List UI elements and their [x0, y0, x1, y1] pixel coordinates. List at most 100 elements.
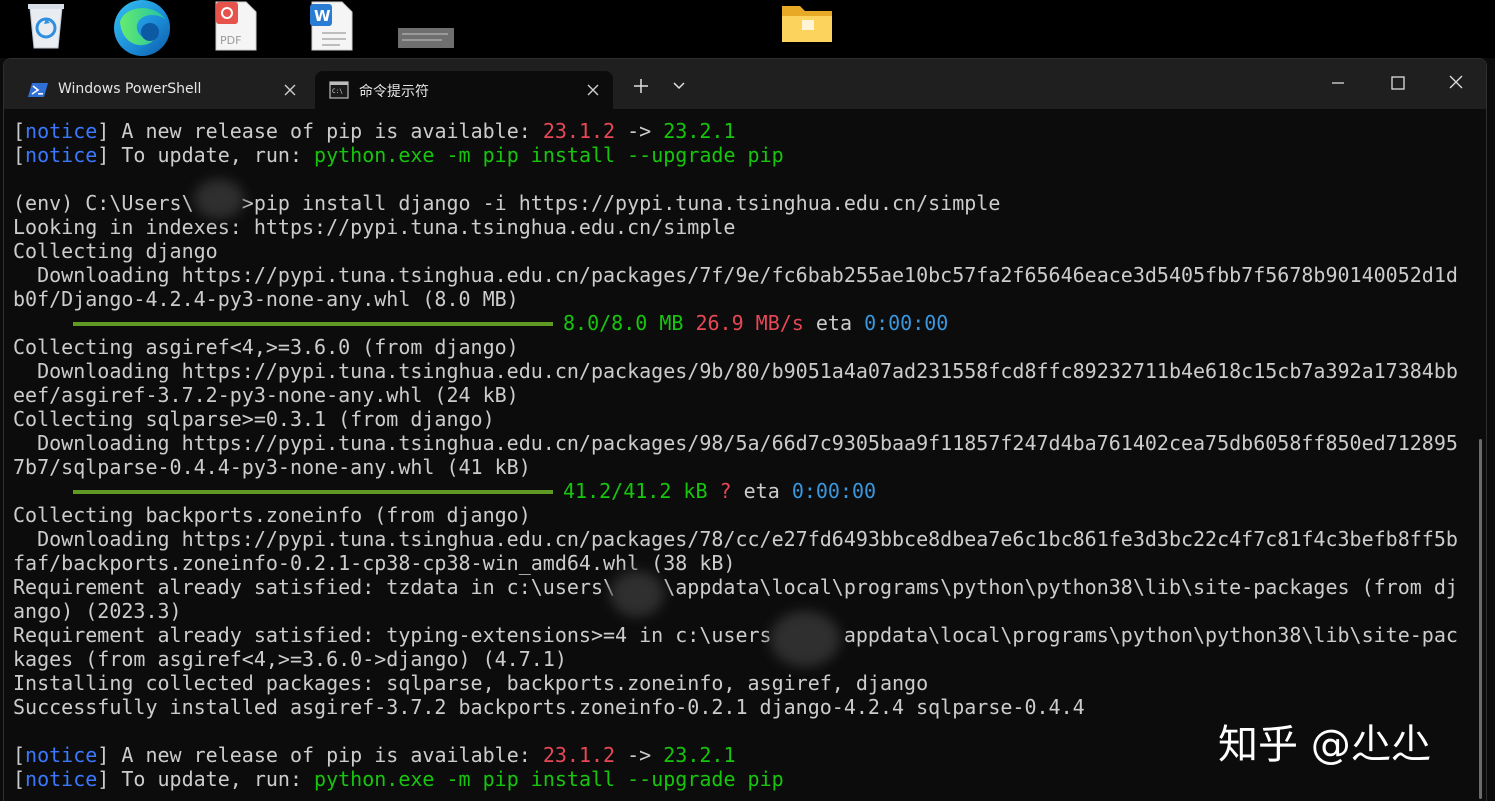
terminal-text: ] A new release of pip is available: — [97, 119, 543, 143]
pdf-label: PDF — [220, 34, 241, 47]
minimize-icon[interactable] — [1322, 71, 1354, 95]
terminal-text: [ — [13, 143, 26, 167]
desktop-strip: PDF W — [0, 0, 1495, 58]
terminal-line: Downloading https://pypi.tuna.tsinghua.e… — [13, 359, 1486, 383]
terminal-line: Collecting sqlparse>=0.3.1 (from django) — [13, 407, 1486, 431]
terminal-text: 23.1.2 — [542, 743, 616, 767]
terminal-text: Collecting backports.zoneinfo (from djan… — [13, 503, 531, 527]
terminal-text: 0:00:00 — [791, 479, 877, 503]
terminal-text: notice — [25, 143, 98, 167]
close-tab-icon[interactable] — [585, 82, 601, 98]
tab-windows-powershell[interactable]: Windows PowerShell — [14, 71, 310, 109]
terminal-text: kages (from asgiref<4,>=3.6.0->django) (… — [13, 647, 567, 671]
scrollbar[interactable] — [1479, 439, 1482, 799]
terminal-text: ? — [719, 479, 732, 503]
close-window-icon[interactable] — [1440, 71, 1472, 95]
tab-label: Windows PowerShell — [58, 81, 202, 97]
image-thumbnail-icon[interactable] — [398, 28, 454, 48]
redaction-blur — [770, 611, 840, 667]
terminal-text: 41.2/41.2 kB — [563, 479, 708, 503]
terminal-line: Collecting asgiref<4,>=3.6.0 (from djang… — [13, 335, 1486, 359]
terminal-text: Requirement already satisfied: tzdata in… — [13, 575, 1458, 599]
terminal-text: Downloading https://pypi.tuna.tsinghua.e… — [13, 359, 1458, 383]
tab-command-prompt[interactable]: C:\ 命令提示符 — [315, 71, 613, 109]
terminal-text: 23.1.2 — [542, 119, 616, 143]
terminal-text: 0:00:00 — [864, 311, 949, 335]
terminal-text: b0f/Django-4.2.4-py3-none-any.whl (8.0 M… — [13, 287, 519, 311]
terminal-line: Collecting backports.zoneinfo (from djan… — [13, 503, 1486, 527]
terminal-text: ] To update, run: — [97, 143, 315, 167]
terminal-text: eta — [731, 479, 792, 503]
zhihu-watermark: 知乎 @尐尐 — [1218, 722, 1431, 768]
terminal-text: notice — [25, 743, 98, 767]
terminal-line: Downloading https://pypi.tuna.tsinghua.e… — [13, 527, 1486, 551]
terminal-text: Collecting sqlparse>=0.3.1 (from django) — [13, 407, 495, 431]
redaction-blur — [194, 179, 244, 219]
terminal-line: Looking in indexes: https://pypi.tuna.ts… — [13, 215, 1486, 239]
terminal-text: ango) (2023.3) — [13, 599, 182, 623]
terminal-line: ango) (2023.3) — [13, 599, 1486, 623]
svg-text:W: W — [314, 7, 331, 25]
terminal-text: Downloading https://pypi.tuna.tsinghua.e… — [13, 263, 1458, 287]
terminal-line: [notice] To update, run: python.exe -m p… — [13, 767, 1486, 791]
terminal-text: [ — [13, 119, 26, 143]
terminal-text: notice — [25, 767, 98, 791]
terminal-text: [ — [13, 767, 26, 791]
new-tab-plus-icon[interactable] — [630, 75, 652, 97]
terminal-text: -> — [615, 119, 664, 143]
terminal-text: 7b7/sqlparse-0.4.4-py3-none-any.whl (41 … — [13, 455, 531, 479]
terminal-text: Downloading https://pypi.tuna.tsinghua.e… — [13, 431, 1458, 455]
terminal-line: Requirement already satisfied: tzdata in… — [13, 575, 1486, 599]
terminal-text: notice — [25, 119, 98, 143]
download-progress-bar — [73, 321, 553, 326]
powershell-icon — [28, 83, 48, 97]
terminal-text: Collecting django — [13, 239, 218, 263]
terminal-text: 26.9 MB/s — [695, 311, 804, 335]
terminal-line: [notice] A new release of pip is availab… — [13, 119, 1486, 143]
terminal-line: Requirement already satisfied: typing-ex… — [13, 623, 1486, 647]
terminal-line: Installing collected packages: sqlparse,… — [13, 671, 1486, 695]
terminal-text: ] To update, run: — [97, 767, 315, 791]
tab-label: 命令提示符 — [359, 84, 429, 100]
terminal-text: 8.0/8.0 MB — [563, 311, 684, 335]
terminal-line: eef/asgiref-3.7.2-py3-none-any.whl (24 k… — [13, 383, 1486, 407]
title-bar: Windows PowerShell C:\ 命令提示符 — [4, 59, 1486, 109]
terminal-text: 23.2.1 — [663, 119, 736, 143]
recycle-bin-icon[interactable] — [22, 0, 70, 50]
folder-icon[interactable] — [780, 0, 834, 44]
terminal-line: Downloading https://pypi.tuna.tsinghua.e… — [13, 263, 1486, 287]
terminal-text: -> — [615, 743, 664, 767]
cmd-icon: C:\ — [329, 81, 349, 99]
terminal-window: Windows PowerShell C:\ 命令提示符 [notice] A … — [3, 58, 1487, 801]
download-progress-bar — [73, 489, 553, 494]
redaction-blur — [610, 571, 664, 617]
maximize-icon[interactable] — [1382, 71, 1414, 95]
terminal-line: [notice] To update, run: python.exe -m p… — [13, 143, 1486, 167]
terminal-text: Successfully installed asgiref-3.7.2 bac… — [13, 695, 1085, 719]
terminal-text: Requirement already satisfied: typing-ex… — [13, 623, 1458, 647]
terminal-line: faf/backports.zoneinfo-0.2.1-cp38-cp38-w… — [13, 551, 1486, 575]
chevron-down-icon[interactable] — [668, 75, 690, 97]
pdf-file-icon[interactable]: PDF — [212, 0, 260, 52]
word-file-icon[interactable]: W — [308, 0, 356, 52]
terminal-text: Installing collected packages: sqlparse,… — [13, 671, 929, 695]
terminal-text: (env) C:\Users\ >pip install django -i h… — [13, 191, 1001, 215]
terminal-line: kages (from asgiref<4,>=3.6.0->django) (… — [13, 647, 1486, 671]
terminal-text: python.exe -m pip install --upgrade pip — [314, 767, 784, 791]
terminal-text: [ — [13, 743, 26, 767]
terminal-text: 23.2.1 — [663, 743, 736, 767]
terminal-line: 8.0/8.0 MB 26.9 MB/s eta 0:00:00 — [13, 311, 1486, 335]
edge-icon[interactable] — [110, 0, 174, 56]
svg-text:C:\: C:\ — [332, 88, 343, 95]
terminal-text: Looking in indexes: https://pypi.tuna.ts… — [13, 215, 736, 239]
terminal-text: Downloading https://pypi.tuna.tsinghua.e… — [13, 527, 1458, 551]
terminal-text: python.exe -m pip install --upgrade pip — [314, 143, 784, 167]
terminal-text: ] A new release of pip is available: — [97, 743, 543, 767]
terminal-text: Collecting asgiref<4,>=3.6.0 (from djang… — [13, 335, 519, 359]
terminal-line: b0f/Django-4.2.4-py3-none-any.whl (8.0 M… — [13, 287, 1486, 311]
close-tab-icon[interactable] — [282, 82, 298, 98]
terminal-text: eta — [803, 311, 865, 335]
terminal-line: Collecting django — [13, 239, 1486, 263]
